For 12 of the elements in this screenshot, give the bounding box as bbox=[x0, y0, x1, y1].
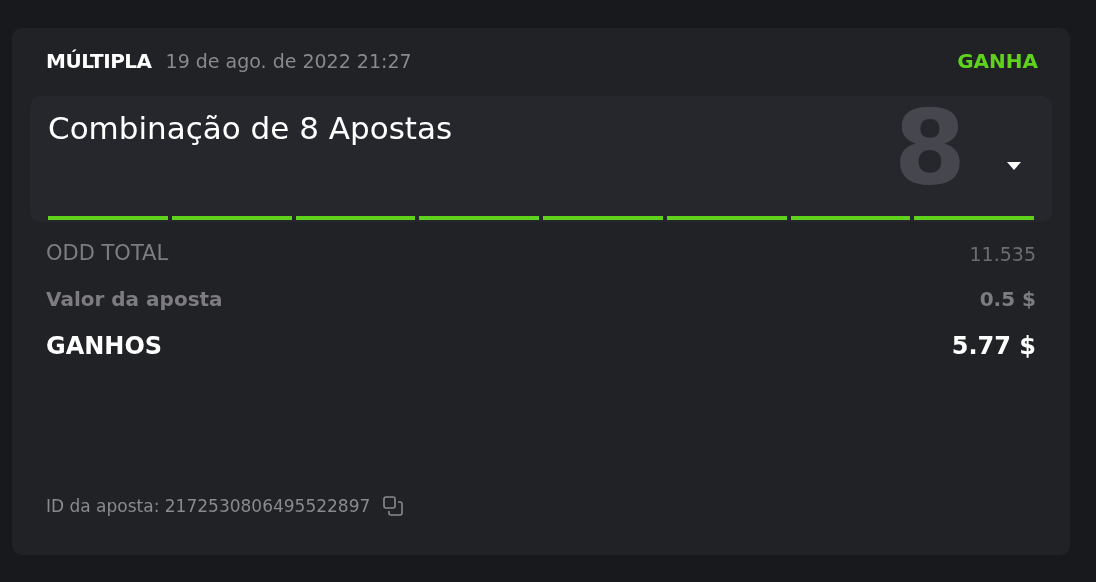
bet-id: ID da aposta: 2172530806495522897 bbox=[46, 494, 371, 518]
combo-title: Combinação de 8 Apostas bbox=[48, 109, 453, 148]
summary-label: GANHOS bbox=[46, 330, 163, 362]
summary-value: 11.535 bbox=[969, 241, 1036, 267]
bet-status: GANHA bbox=[957, 48, 1038, 75]
summary-value: 0.5 $ bbox=[979, 285, 1036, 313]
bet-type: MÚLTIPLA bbox=[46, 48, 152, 75]
summary-label: ODD TOTAL bbox=[46, 240, 169, 267]
summary-value: 5.77 $ bbox=[951, 330, 1036, 362]
copy-icon[interactable] bbox=[382, 495, 405, 518]
bet-date: 19 de ago. de 2022 21:27 bbox=[165, 48, 412, 74]
summary-label: Valor da aposta bbox=[46, 285, 223, 313]
